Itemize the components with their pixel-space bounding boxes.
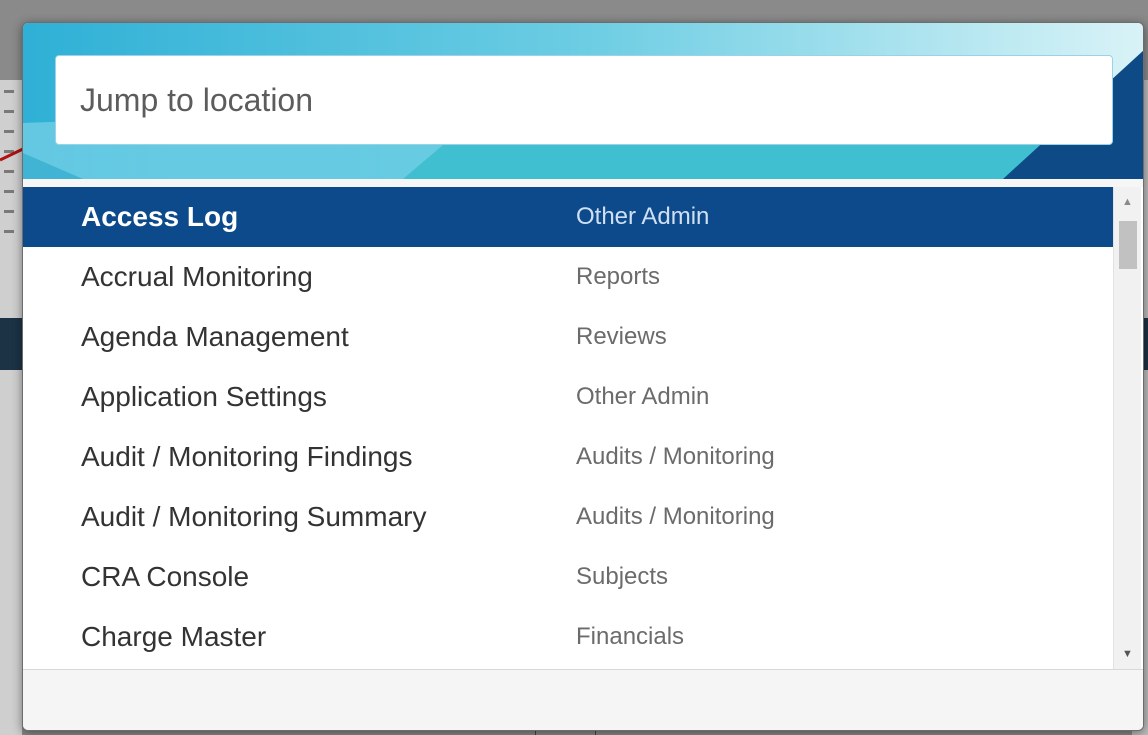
chevron-down-icon[interactable]: ▼ — [1114, 639, 1141, 669]
list-item-category: Financials — [576, 623, 685, 650]
chevron-up-icon[interactable]: ▲ — [1114, 187, 1141, 217]
list-item-name: Accrual Monitoring — [81, 261, 313, 292]
list-item[interactable]: Audit / Monitoring Summary Audits / Moni… — [23, 487, 1113, 547]
list-item[interactable]: Accrual Monitoring Reports — [23, 247, 1113, 307]
list-item[interactable]: Application Settings Other Admin — [23, 367, 1113, 427]
list-item-category: Reports — [576, 263, 661, 290]
dialog-footer — [23, 669, 1143, 730]
list-item-category: Other Admin — [576, 383, 710, 410]
list-item-name: Charge Master — [81, 621, 267, 652]
list-item-category: Audits / Monitoring — [576, 503, 775, 530]
list-item[interactable]: CRA Console Subjects — [23, 547, 1113, 607]
results-scrollbar[interactable]: ▲ ▼ — [1113, 187, 1141, 669]
list-item-category: Other Admin — [576, 203, 710, 230]
list-item[interactable]: Audit / Monitoring Findings Audits / Mon… — [23, 427, 1113, 487]
list-item-category: Subjects — [576, 563, 669, 590]
background-left-panel — [0, 80, 22, 735]
search-box — [55, 55, 1113, 145]
scrollbar-thumb[interactable] — [1119, 221, 1137, 269]
list-item[interactable]: Charge Master Financials — [23, 607, 1113, 667]
background-nav-band-left — [0, 318, 22, 370]
jump-to-location-dialog: Access Log Other Admin Accrual Monitorin… — [22, 22, 1144, 731]
list-item-category: Audits / Monitoring — [576, 443, 775, 470]
list-item[interactable]: Agenda Management Reviews — [23, 307, 1113, 367]
list-item-name: Access Log — [81, 201, 239, 232]
list-item-name: Audit / Monitoring Summary — [81, 501, 427, 532]
jump-to-location-input[interactable] — [56, 56, 1112, 144]
list-item-name: CRA Console — [81, 561, 250, 592]
list-item-name: Agenda Management — [81, 321, 349, 352]
dialog-header — [23, 23, 1143, 179]
list-item-name: Application Settings — [81, 381, 327, 412]
list-item[interactable]: Access Log Other Admin — [23, 187, 1113, 247]
results-list: Access Log Other Admin Accrual Monitorin… — [23, 187, 1143, 669]
list-item-name: Audit / Monitoring Findings — [81, 441, 413, 472]
list-item-category: Reviews — [576, 323, 667, 350]
